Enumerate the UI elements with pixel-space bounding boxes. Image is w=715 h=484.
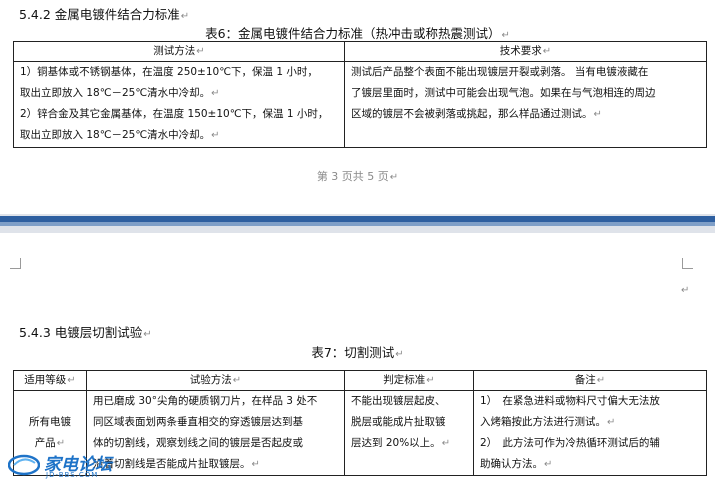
watermark-logo-subtext: JD-BBS.COM: [46, 471, 99, 479]
watermark-logo-icon: [7, 452, 41, 476]
requirement-line: 测试后产品整个表面不能出现镀层开裂或剥落。 当有电镀液藏在: [351, 66, 649, 78]
requirement-line: 了镀层里面时，测试中可能会出现气泡。如果在与气泡相连的周边: [351, 87, 656, 99]
table6-method-cell: 1）铜基体或不锈钢基体，在温度 250±10℃下，保温 1 小时， 取出立即放入…: [13, 61, 345, 148]
section-title-5-4-3: 5.4.3 电镀层切割试验↵: [19, 325, 152, 340]
page-number-text: 第 3 页共 5 页: [316, 170, 389, 183]
criteria-line: 层达到 20%以上。↵: [351, 437, 451, 449]
criteria-line: 脱层或能成片扯取镀: [351, 416, 446, 428]
margin-corner-mark-right: [682, 258, 693, 269]
margin-corner-mark-left: [10, 258, 21, 269]
page-separator-band-light: [0, 222, 715, 226]
table6-requirement-cell: 测试后产品整个表面不能出现镀层开裂或剥落。 当有电镀液藏在 了镀层里面时，测试中…: [344, 61, 707, 148]
criteria-line: 不能出现镀层起皮、: [351, 395, 446, 407]
remark-line: 入烤箱按此方法进行测试。↵: [480, 416, 616, 428]
table7: 适用等级↵ 试验方法↵ 判定标准↵ 备注↵ 所有电镀 产品↵ 用已磨成 30°尖…: [13, 370, 707, 476]
method-line: 取出立即放入 18℃－25℃清水中冷却。↵: [20, 87, 220, 99]
table6-header-requirement: 技术要求↵: [344, 41, 707, 62]
method-line: 体的切割线，观察划线之间的镀层是否起皮或: [93, 437, 303, 449]
table6-row: 1）铜基体或不锈钢基体，在温度 250±10℃下，保温 1 小时， 取出立即放入…: [13, 61, 707, 148]
method-line: 同区域表面划两条垂直相交的穿透镀层达到基: [93, 416, 303, 428]
table7-header-criteria: 判定标准↵: [344, 370, 474, 391]
method-line: 2）锌合金及其它金属基体，在温度 150±10℃下，保温 1 小时，: [20, 108, 329, 120]
remark-line: 2） 此方法可作为冷热循环测试后的辅: [480, 437, 660, 449]
table7-header-remarks: 备注↵: [473, 370, 707, 391]
table6-caption: 表6：金属电镀件结合力标准（热冲击或称热震测试）↵: [205, 26, 510, 41]
method-line: 沿着切割线是否能成片扯取镀层。↵: [93, 458, 260, 470]
section-title-text: 5.4.3 电镀层切割试验: [19, 325, 143, 340]
table6-header-method: 测试方法↵: [13, 41, 345, 62]
method-line: 取出立即放入 18℃－25℃清水中冷却。↵: [20, 129, 220, 141]
table7-row: 所有电镀 产品↵ 用已磨成 30°尖角的硬质钢刀片，在样品 3 处不 同区域表面…: [13, 390, 707, 476]
table7-method-cell: 用已磨成 30°尖角的硬质钢刀片，在样品 3 处不 同区域表面划两条垂直相交的穿…: [86, 390, 345, 476]
method-line: 1）铜基体或不锈钢基体，在温度 250±10℃下，保温 1 小时，: [20, 66, 318, 78]
table6-header-row: 测试方法↵ 技术要求↵: [13, 41, 707, 62]
requirement-line: 区域的镀层不会被剥落或挑起，那么样品通过测试。↵: [351, 108, 602, 120]
table7-caption-text: 表7：切割测试: [311, 345, 395, 360]
remark-line: 1） 在紧急进料或物料尺寸偏大无法放: [480, 395, 660, 407]
table7-header-grade: 适用等级↵: [13, 370, 87, 391]
table7-header-method: 试验方法↵: [86, 370, 345, 391]
table7-criteria-cell: 不能出现镀层起皮、 脱层或能成片扯取镀 层达到 20%以上。↵: [344, 390, 474, 476]
remark-line: 助确认方法。↵: [480, 458, 553, 470]
table7-caption: 表7：切割测试↵: [311, 345, 404, 360]
table7-header-row: 适用等级↵ 试验方法↵ 判定标准↵ 备注↵: [13, 370, 707, 391]
method-line: 用已磨成 30°尖角的硬质钢刀片，在样品 3 处不: [93, 395, 318, 407]
table6-caption-text: 表6：金属电镀件结合力标准（热冲击或称热震测试）: [205, 26, 501, 41]
section-title-text: 5.4.2 金属电镀件结合力标准: [19, 7, 180, 22]
table7-remarks-cell: 1） 在紧急进料或物料尺寸偏大无法放 入烤箱按此方法进行测试。↵ 2） 此方法可…: [473, 390, 707, 476]
document-page-top: 5.4.2 金属电镀件结合力标准↵ 表6：金属电镀件结合力标准（热冲击或称热震测…: [0, 0, 715, 214]
paragraph-mark: ↵: [681, 285, 690, 296]
section-title-5-4-2: 5.4.2 金属电镀件结合力标准↵: [19, 7, 190, 22]
table6: 测试方法↵ 技术要求↵ 1）铜基体或不锈钢基体，在温度 250±10℃下，保温 …: [13, 41, 707, 148]
page-footer: 第 3 页共 5 页↵: [316, 170, 399, 183]
grade-line: 所有电镀: [29, 416, 71, 428]
